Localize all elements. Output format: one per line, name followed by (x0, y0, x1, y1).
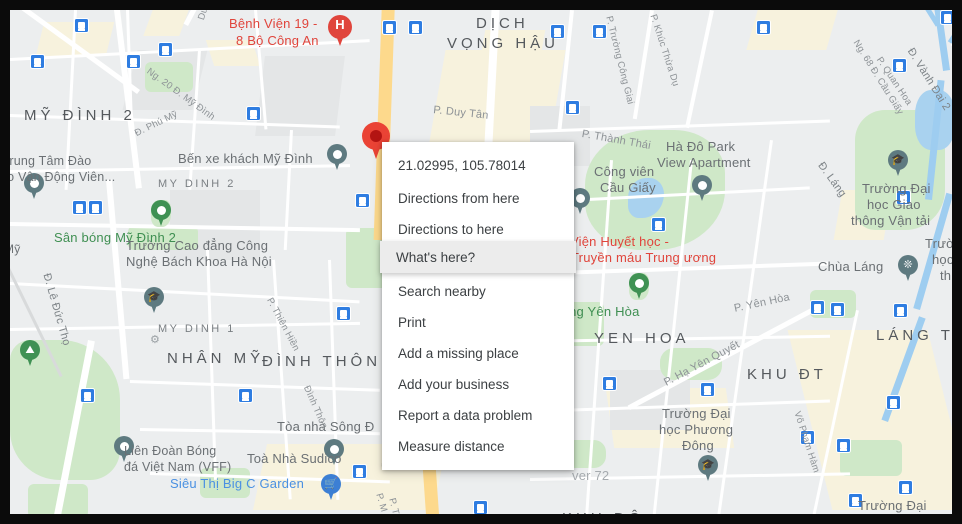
context-menu-coordinates[interactable]: 21.02995, 105.78014 (382, 148, 574, 183)
poi-label: Toà Nhà Sudico (247, 451, 342, 466)
context-menu-item-add-your-business[interactable]: Add your business (382, 369, 574, 400)
area-label: NHÂN MỸ (167, 350, 265, 367)
bus-stop-icon[interactable] (238, 388, 253, 403)
bus-stop-icon[interactable] (246, 106, 261, 121)
bus-stop-icon[interactable] (473, 500, 488, 514)
poi-label: Liên Đoàn Bóng (124, 444, 217, 458)
school-pin[interactable]: 🎓 (144, 287, 164, 314)
area-label: MY DINH 2 (158, 178, 236, 190)
poi-label: Siêu Thị Big C Garden (170, 476, 305, 491)
place-pin[interactable] (629, 273, 649, 300)
bus-stop-icon[interactable] (830, 302, 845, 317)
poi-label: View Apartment (657, 155, 751, 170)
bus-stop-icon[interactable] (158, 42, 173, 57)
bus-stop-icon[interactable] (88, 200, 103, 215)
poi-label: Trường Đại (862, 181, 931, 196)
screenshot-frame: 🎓 ⛰ 🛒 🎓 🎓 ❊ H ⚙ ✈ MỸ ĐÌNH 2 DỊCH VỌNG HẬ… (0, 0, 962, 524)
bus-stop-icon[interactable] (886, 395, 901, 410)
poi-label: học (932, 252, 952, 267)
bus-stop-icon[interactable] (940, 10, 952, 25)
place-pin[interactable] (327, 144, 347, 171)
area-label: DỊCH (476, 15, 529, 32)
bus-stop-icon[interactable] (700, 382, 715, 397)
bus-stop-icon[interactable] (72, 200, 87, 215)
bus-stop-icon[interactable] (355, 193, 370, 208)
context-menu-item-search-nearby[interactable]: Search nearby (382, 276, 574, 307)
bus-stop-icon[interactable] (756, 20, 771, 35)
area-label: YEN HOA (594, 330, 690, 347)
poi-label: Trung Tâm Đào (10, 154, 92, 168)
poi-label: Mỹ (10, 242, 21, 256)
poi-label: Đông (682, 438, 714, 453)
school-pin[interactable]: 🎓 (698, 455, 718, 482)
poi-label: đá Việt Nam (VFF) (124, 460, 232, 474)
poi-label: Công viên (594, 164, 655, 179)
poi-label: Truyền máu Trung ương (571, 250, 717, 265)
place-pin[interactable] (151, 200, 171, 227)
poi-label: Cầu Giấy (600, 180, 656, 195)
bus-stop-icon[interactable] (80, 388, 95, 403)
poi-label: Bệnh Viện 19 - (229, 16, 318, 31)
bus-stop-icon[interactable] (30, 54, 45, 69)
poi-label: Hà Đô Park (666, 139, 736, 154)
area-label: ĐÌNH THÔN (262, 353, 382, 370)
context-menu-item-directions-from-here[interactable]: Directions from here (382, 183, 574, 214)
bus-stop-icon[interactable] (565, 100, 580, 115)
poi-label: ver 72 (572, 468, 610, 483)
context-menu-item-measure-distance[interactable]: Measure distance (382, 431, 574, 462)
poi-label: 8 Bộ Công An (236, 33, 319, 48)
map-context-menu[interactable]: 21.02995, 105.78014 Directions from here… (382, 142, 574, 470)
poi-label: học Giao (867, 197, 921, 212)
context-menu-item-print[interactable]: Print (382, 307, 574, 338)
bus-stop-icon[interactable] (893, 303, 908, 318)
bus-stop-icon[interactable] (74, 18, 89, 33)
shopping-pin[interactable]: 🛒 (321, 474, 341, 501)
bus-stop-icon[interactable] (651, 217, 666, 232)
place-pin[interactable] (692, 175, 712, 202)
temple-pin[interactable]: ❊ (898, 255, 918, 282)
area-label: MY DINH 1 (158, 323, 236, 335)
poi-label: Trườ (925, 236, 952, 251)
hospital-pin[interactable]: H (328, 15, 352, 47)
context-menu-item-add-a-missing-place[interactable]: Add a missing place (382, 338, 574, 369)
bus-stop-icon[interactable] (382, 20, 397, 35)
poi-label: Viện Huyết học - (570, 234, 670, 249)
area-label: LÁNG THU (876, 327, 952, 344)
poi-label: ạo Vận Động Viên... (10, 170, 116, 184)
poi-label: Bến xe khách Mỹ Đình (178, 151, 313, 166)
poi-label: th (940, 268, 952, 283)
bus-stop-icon[interactable] (898, 480, 913, 495)
park-pin[interactable]: ⛰ (20, 340, 40, 367)
area-label: KHU ĐT (747, 366, 827, 383)
poi-label: Trường Đại (858, 498, 927, 513)
poi-label: Chùa Láng (818, 259, 884, 274)
bus-stop-icon[interactable] (810, 300, 825, 315)
bus-stop-icon[interactable] (126, 54, 141, 69)
area-label: KHU ĐÔ (562, 510, 644, 514)
school-pin[interactable]: 🎓 (888, 150, 908, 177)
poi-label: Nghệ Bách Khoa Hà Nội (126, 254, 272, 269)
poi-label: Trường Cao đẳng Công (126, 238, 269, 253)
context-menu-item-report-a-data-problem[interactable]: Report a data problem (382, 400, 574, 431)
bus-stop-icon[interactable] (836, 438, 851, 453)
bus-stop-icon[interactable] (336, 306, 351, 321)
bus-stop-icon[interactable] (602, 376, 617, 391)
poi-label: thông Vận tải (851, 213, 931, 228)
poi-label: Trường Đại (662, 406, 731, 421)
bus-stop-icon[interactable] (408, 20, 423, 35)
poi-label: học Phương (659, 422, 734, 437)
context-menu-item-whats-here[interactable]: What's here? (380, 241, 576, 273)
area-label: VỌNG HẬU (447, 35, 560, 52)
map-canvas[interactable]: 🎓 ⛰ 🛒 🎓 🎓 ❊ H ⚙ ✈ MỸ ĐÌNH 2 DỊCH VỌNG HẬ… (10, 10, 952, 514)
area-label: MỸ ĐÌNH 2 (24, 107, 136, 124)
bus-stop-icon[interactable] (352, 464, 367, 479)
